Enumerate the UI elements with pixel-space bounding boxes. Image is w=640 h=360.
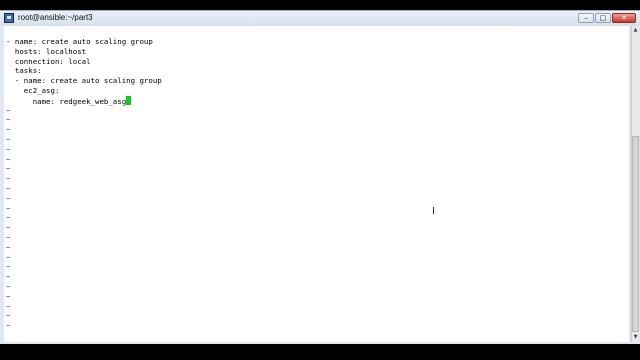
editor-line-text: hosts: localhost <box>6 46 87 56</box>
window-controls: – □ ✕ <box>578 13 636 24</box>
empty-line-tilde: ~ <box>6 144 11 154</box>
empty-line-tilde: ~ <box>6 164 11 174</box>
vertical-scrollbar[interactable]: ▲ ▼ <box>631 26 639 342</box>
editor-line: name: redgeek_web_asg <box>6 95 132 106</box>
empty-line-tilde: ~ <box>6 174 11 184</box>
close-button[interactable]: ✕ <box>612 13 636 23</box>
text-cursor <box>126 95 132 105</box>
empty-line-tilde: ~ <box>6 233 11 242</box>
empty-line-tilde: ~ <box>6 272 11 282</box>
empty-line-tilde: ~ <box>6 262 11 272</box>
empty-line-tilde: ~ <box>6 213 11 223</box>
close-icon: ✕ <box>621 14 627 22</box>
minimize-icon: – <box>584 14 588 22</box>
empty-line-tilde: ~ <box>6 282 11 291</box>
editor-line-text: tasks: <box>6 66 42 76</box>
minimize-button[interactable]: – <box>578 13 594 23</box>
text-ibeam-icon: I <box>432 206 435 217</box>
scroll-down-icon[interactable]: ▼ <box>632 333 639 342</box>
empty-line-tilde: ~ <box>6 193 11 203</box>
empty-line-tilde: ~ <box>6 135 11 144</box>
putty-terminal-icon[interactable] <box>4 13 14 23</box>
editor-line: ec2_asg: <box>6 86 60 96</box>
empty-line-tilde: ~ <box>6 203 11 213</box>
empty-line-tilde: ~ <box>6 291 11 301</box>
title-bar[interactable]: root@ansible:~/part3 – □ ✕ <box>0 11 640 26</box>
maximize-button[interactable]: □ <box>595 13 611 23</box>
empty-line-tilde: ~ <box>6 125 11 135</box>
scrollbar-thumb[interactable] <box>632 136 639 332</box>
scroll-up-icon[interactable]: ▲ <box>632 26 639 35</box>
empty-line-tilde: ~ <box>6 311 11 321</box>
bottom-bar <box>0 344 640 360</box>
editor-line-text: - name: create auto scaling group <box>6 37 153 46</box>
terminal-window: root@ansible:~/part3 – □ ✕ - name: creat… <box>0 10 640 345</box>
editor-line: tasks: <box>6 66 42 76</box>
empty-line-tilde: ~ <box>6 301 11 311</box>
empty-line-tilde: ~ <box>6 252 11 262</box>
empty-line-tilde: ~ <box>6 223 11 233</box>
empty-line-tilde: ~ <box>6 154 11 164</box>
editor-line: hosts: localhost <box>6 47 86 57</box>
editor-line: connection: local <box>6 57 91 67</box>
editor-line-text: - name: create auto scaling group <box>6 76 162 86</box>
terminal-editor-area[interactable]: - name: create auto scaling group hosts:… <box>4 26 629 342</box>
empty-line-tilde: ~ <box>6 184 11 193</box>
empty-line-tilde: ~ <box>6 105 11 115</box>
empty-line-tilde: ~ <box>6 115 11 125</box>
window-title: root@ansible:~/part3 <box>18 13 93 22</box>
editor-line-text: connection: local <box>6 56 91 66</box>
editor-line-text: name: redgeek_web_asg <box>6 96 127 106</box>
empty-line-tilde: ~ <box>6 242 11 252</box>
editor-line-text: ec2_asg: <box>6 86 60 95</box>
maximize-icon: □ <box>599 14 607 22</box>
editor-line: - name: create auto scaling group <box>6 76 162 86</box>
empty-line-tilde: ~ <box>6 321 11 331</box>
editor-line: - name: create auto scaling group <box>6 37 153 47</box>
